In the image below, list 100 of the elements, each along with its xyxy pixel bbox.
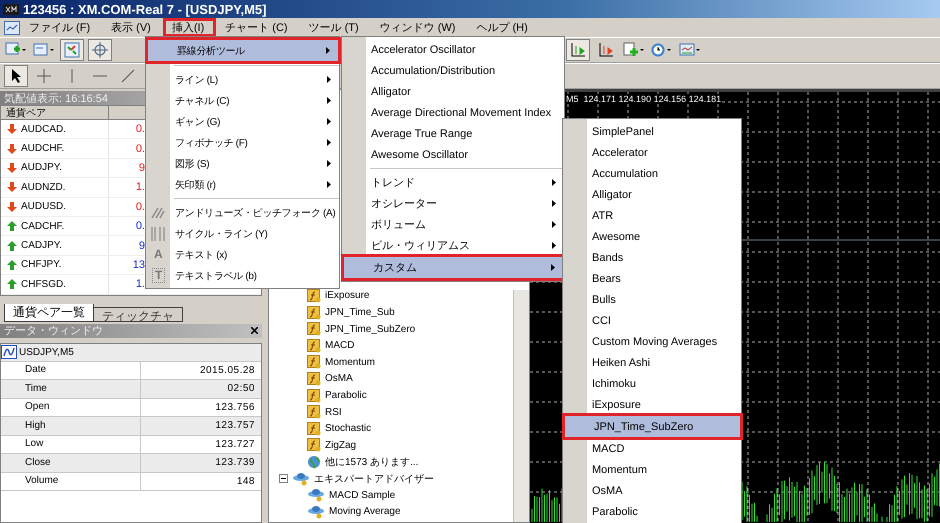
menu-bar-item[interactable]: ファイル (F)	[23, 20, 100, 35]
function-icon	[307, 306, 321, 320]
tree-item[interactable]: MACD Sample	[329, 490, 396, 501]
cursor-icon[interactable]	[4, 65, 28, 87]
chart-header: M5 124.171 124.190 124.156 124.181	[566, 94, 722, 104]
expert-advisor-icon	[292, 472, 310, 486]
menu-item[interactable]: Momentum	[563, 459, 741, 480]
menu-item[interactable]: SimplePanel	[563, 121, 741, 142]
panel-tab[interactable]: 通貨ペア一覧	[4, 304, 94, 322]
crosshair-icon[interactable]	[88, 39, 112, 61]
menu-item[interactable]: Average True Range	[342, 123, 564, 144]
menu-item[interactable]: 罫線分析ツール	[148, 40, 338, 61]
function-icon	[307, 288, 321, 303]
menu-item[interactable]: 矢印類 (r)	[146, 174, 339, 195]
bid-cell-text: 13	[132, 258, 146, 271]
menu-item[interactable]: ATR	[563, 205, 741, 226]
menu-item[interactable]: Alligator	[342, 81, 564, 102]
menu-item[interactable]: Average Directional Movement Index	[342, 102, 564, 123]
tree-item[interactable]: Parabolic	[325, 390, 367, 402]
menu-item[interactable]: Bands	[563, 247, 741, 268]
menu-item[interactable]: Awesome	[563, 226, 741, 247]
bid-cell-text: 0.	[134, 200, 146, 213]
menu-item[interactable]: Awesome Oscillator	[342, 144, 564, 165]
tree-item[interactable]: JPN_Time_Sub	[325, 307, 395, 318]
menu-item[interactable]: ギャン (G)	[146, 111, 339, 132]
menu-item[interactable]: Alligator	[563, 184, 741, 205]
market-watch-icon[interactable]	[60, 39, 84, 61]
field-label: Low	[1, 435, 141, 454]
field-value: 123.739	[214, 457, 256, 468]
menu-bar-item[interactable]: ヘルプ (H)	[470, 20, 537, 35]
function-icon	[307, 338, 321, 353]
tree-item[interactable]: OsMA	[325, 373, 353, 384]
menu-item[interactable]: ボリューム	[342, 214, 564, 235]
cycle-lines-icon	[151, 226, 165, 240]
menu-item[interactable]: OsMA	[563, 480, 741, 501]
menu-item[interactable]: iExposure	[563, 394, 741, 415]
tree-item[interactable]: 他に1573 あります...	[325, 454, 418, 469]
tree-item[interactable]: iExposure	[325, 290, 370, 302]
menu-bar-item[interactable]: 表示 (V)	[105, 20, 160, 35]
menu-item[interactable]: Accelerator	[563, 142, 741, 163]
tree-item[interactable]: Moving Average	[329, 506, 401, 518]
menu-item[interactable]: ビル・ウィリアムス	[342, 235, 564, 256]
menu-item[interactable]: Accumulation	[563, 163, 741, 184]
symbol-cell: CHFJPY.	[21, 259, 62, 270]
panel-tab[interactable]: ティックチャ	[94, 306, 183, 322]
text-icon: A	[152, 248, 164, 261]
tree-item[interactable]: MACD	[325, 340, 354, 352]
tree-item[interactable]: エキスパートアドバイザー	[314, 472, 434, 486]
tree-item[interactable]: Momentum	[325, 356, 376, 368]
field-value: 123.757	[214, 420, 256, 432]
bid-cell-text: 0.	[134, 220, 146, 232]
menu-item[interactable]: オシレーター	[342, 193, 564, 214]
symbol-cell: AUDCAD.	[21, 124, 66, 135]
function-icon	[307, 322, 321, 336]
menu-item[interactable]: A テキスト (x)	[146, 244, 339, 265]
menu-item[interactable]: サイクル・ライン (Y)	[146, 223, 339, 244]
menu-item[interactable]: CCI	[563, 310, 741, 331]
bid-cell-text: 1.	[134, 181, 146, 194]
menu-item[interactable]: Accelerator Oscillator	[342, 39, 564, 60]
up-arrow-icon	[7, 260, 17, 270]
menu-item[interactable]: カスタム	[344, 257, 563, 278]
menu-item[interactable]: フィボナッチ (F)	[146, 132, 339, 153]
expert-advisor-icon	[307, 488, 325, 502]
bid-cell-text: 0.	[134, 123, 146, 136]
symbol-cell: AUDUSD.	[21, 201, 66, 212]
collapse-toggle[interactable]	[279, 474, 288, 484]
menu-item[interactable]: アンドリューズ・ピッチフォーク (A)	[146, 202, 339, 223]
chart-shift-icon[interactable]	[566, 39, 590, 61]
text-icon: T	[152, 268, 166, 283]
menu-item[interactable]: JPN_Time_SubZero	[565, 416, 740, 437]
menu-item[interactable]: Accumulation/Distribution	[342, 60, 564, 81]
menu-item[interactable]: Heiken Ashi	[563, 352, 741, 373]
down-arrow-icon	[7, 124, 17, 134]
bid-cell-text: 9	[138, 162, 146, 174]
menu-item[interactable]: ライン (L)	[146, 69, 339, 90]
menu-item[interactable]: トレンド	[342, 172, 564, 193]
menu-item[interactable]: Bears	[563, 268, 741, 289]
field-label: Close	[1, 454, 141, 472]
globe-icon	[307, 454, 321, 469]
menu-bar-item[interactable]: ウィンドウ (W)	[374, 20, 464, 35]
menu-bar-item[interactable]: ツール (T)	[302, 20, 368, 35]
menu-item[interactable]: Ichimoku	[563, 373, 741, 394]
tree-item[interactable]: RSI	[325, 406, 342, 418]
menu-item[interactable]: 図形 (S)	[146, 153, 339, 174]
menu-item[interactable]: Parabolic	[563, 501, 741, 522]
down-arrow-icon	[7, 162, 17, 173]
close-icon[interactable]	[251, 327, 258, 334]
tree-item[interactable]: Stochastic	[325, 423, 372, 434]
menu-item[interactable]: チャネル (C)	[146, 90, 339, 111]
app-logo-icon	[3, 4, 19, 14]
tree-item[interactable]: JPN_Time_SubZero	[325, 324, 416, 335]
menu-bar-item[interactable]: チャート (C)	[219, 20, 297, 35]
field-label: Volume	[1, 472, 141, 490]
menu-item[interactable]: MACD	[563, 438, 741, 459]
menu-item[interactable]: Custom Moving Averages	[563, 331, 741, 352]
menu-item[interactable]: Bulls	[563, 289, 741, 310]
menu-bar-item[interactable]: 挿入(I)	[166, 20, 214, 35]
tree-item[interactable]: ZigZag	[325, 440, 356, 451]
menu-item[interactable]: T テキストラベル (b)	[146, 265, 339, 286]
symbol-cell: CHFSGD.	[21, 278, 66, 290]
